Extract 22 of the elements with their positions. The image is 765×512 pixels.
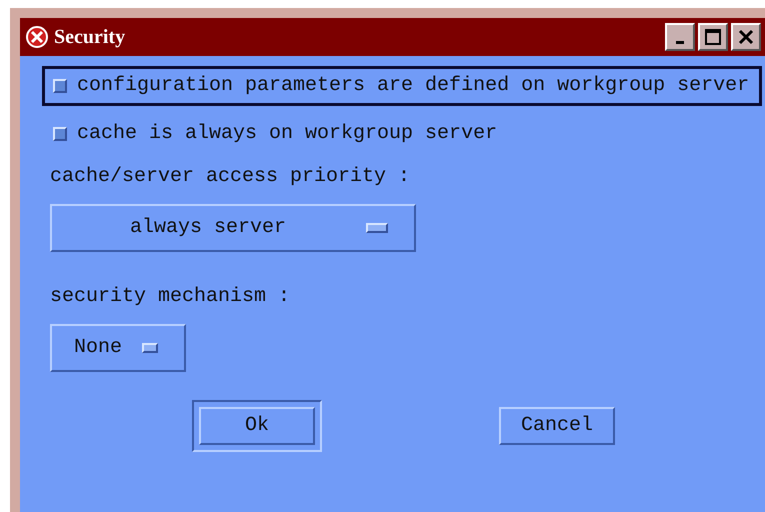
menu-indicator-icon xyxy=(142,343,158,353)
checkbox-label: cache is always on workgroup server xyxy=(77,121,498,147)
close-button[interactable] xyxy=(731,23,761,51)
maximize-button[interactable] xyxy=(698,23,728,51)
close-circle-icon xyxy=(26,26,48,48)
checkbox-row[interactable]: configuration parameters are defined on workgroup server xyxy=(42,66,762,106)
field-label: cache/server access priority : xyxy=(50,164,412,190)
minimize-button[interactable] xyxy=(665,23,695,51)
option-menu[interactable]: always server xyxy=(50,204,416,252)
maximize-icon xyxy=(705,29,721,45)
window-title: Security xyxy=(54,25,126,50)
checkbox[interactable] xyxy=(53,127,67,141)
dialog-button[interactable]: Cancel xyxy=(499,407,615,445)
close-icon xyxy=(738,29,754,45)
menu-indicator-icon xyxy=(366,223,388,233)
checkbox-label: configuration parameters are defined on workgroup server xyxy=(77,73,750,99)
minimize-icon xyxy=(676,40,684,44)
option-menu[interactable]: None xyxy=(50,324,186,372)
checkbox[interactable] xyxy=(53,79,67,93)
dialog-button[interactable]: Ok xyxy=(192,400,322,452)
field-label: security mechanism : xyxy=(50,284,292,310)
checkbox-row[interactable]: cache is always on workgroup server xyxy=(42,114,762,154)
